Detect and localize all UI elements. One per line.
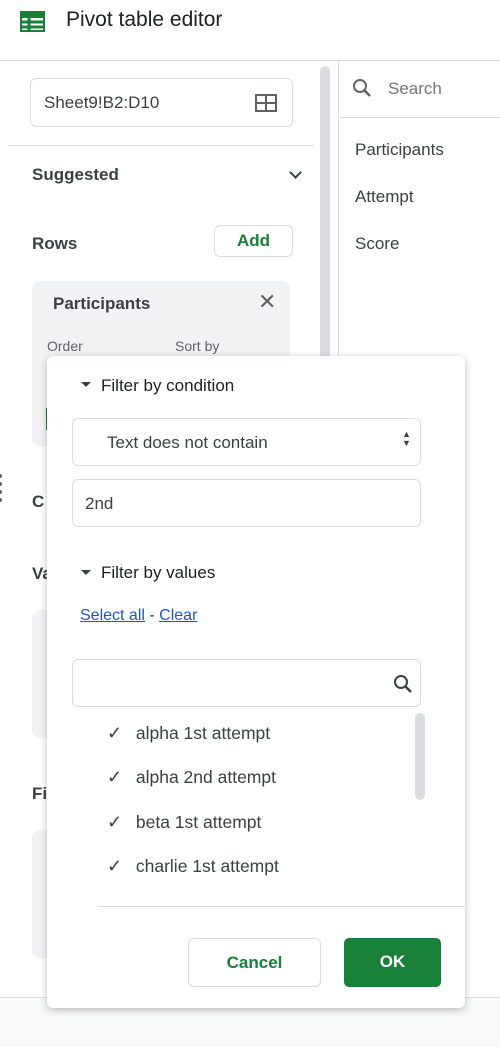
- link-separator: -: [149, 607, 155, 624]
- check-icon: ✓: [107, 812, 123, 832]
- search-icon[interactable]: [393, 674, 413, 694]
- field-participants[interactable]: Participants: [355, 140, 444, 160]
- chevron-down-icon[interactable]: [289, 166, 302, 179]
- panel-scrollbar[interactable]: [320, 66, 330, 366]
- suggested-label[interactable]: Suggested: [32, 165, 119, 185]
- select-all-link[interactable]: Select all: [80, 607, 145, 624]
- value-item[interactable]: ✓ charlie 1st attempt: [107, 856, 279, 877]
- condition-value: Text does not contain: [107, 433, 268, 452]
- range-value: Sheet9!B2:D10: [44, 93, 160, 112]
- field-search-input[interactable]: [388, 76, 498, 102]
- filters-label: Fi: [32, 784, 48, 803]
- check-icon: ✓: [107, 856, 123, 876]
- value-item[interactable]: ✓ beta 1st attempt: [107, 812, 261, 833]
- condition-input-text: 2nd: [85, 494, 114, 513]
- ok-button[interactable]: OK: [344, 938, 441, 987]
- drag-handle-icon[interactable]: [0, 474, 2, 502]
- add-row-button[interactable]: Add: [214, 225, 293, 257]
- close-icon[interactable]: ✕: [258, 289, 276, 315]
- sort-by-label: Sort by: [175, 338, 220, 354]
- cancel-button[interactable]: Cancel: [188, 938, 321, 987]
- values-search-input[interactable]: [72, 659, 421, 707]
- sheets-icon: [20, 11, 45, 32]
- order-label: Order: [47, 338, 83, 354]
- columns-label: C: [32, 492, 45, 511]
- check-icon: ✓: [107, 723, 123, 743]
- page-title: Pivot table editor: [66, 8, 223, 31]
- value-item[interactable]: ✓ alpha 2nd attempt: [107, 767, 276, 788]
- value-label: alpha 1st attempt: [135, 723, 271, 743]
- condition-value-input[interactable]: 2nd: [72, 479, 421, 527]
- filter-popup: Filter by condition Text does not contai…: [47, 356, 465, 1008]
- value-label: alpha 2nd attempt: [135, 767, 276, 787]
- range-input[interactable]: Sheet9!B2:D10: [30, 78, 293, 127]
- check-icon: ✓: [107, 767, 123, 787]
- grid-select-icon[interactable]: [255, 94, 277, 112]
- updown-icon: ▲ ▼: [402, 429, 411, 448]
- field-attempt[interactable]: Attempt: [355, 187, 414, 207]
- row-card-title: Participants: [53, 294, 151, 313]
- values-scrollbar[interactable]: [415, 713, 425, 800]
- filter-by-condition-header[interactable]: Filter by condition: [101, 376, 234, 396]
- clear-link[interactable]: Clear: [159, 607, 197, 624]
- value-label: beta 1st attempt: [135, 812, 262, 832]
- condition-select[interactable]: Text does not contain ▲ ▼: [72, 418, 421, 466]
- field-score[interactable]: Score: [355, 234, 399, 254]
- collapse-condition-icon[interactable]: [81, 382, 91, 387]
- value-label: charlie 1st attempt: [135, 856, 279, 876]
- search-icon: [353, 79, 371, 97]
- filter-by-values-header[interactable]: Filter by values: [101, 563, 215, 583]
- value-item[interactable]: ✓ alpha 1st attempt: [107, 723, 270, 744]
- rows-label: Rows: [32, 234, 78, 253]
- collapse-values-icon[interactable]: [81, 570, 91, 575]
